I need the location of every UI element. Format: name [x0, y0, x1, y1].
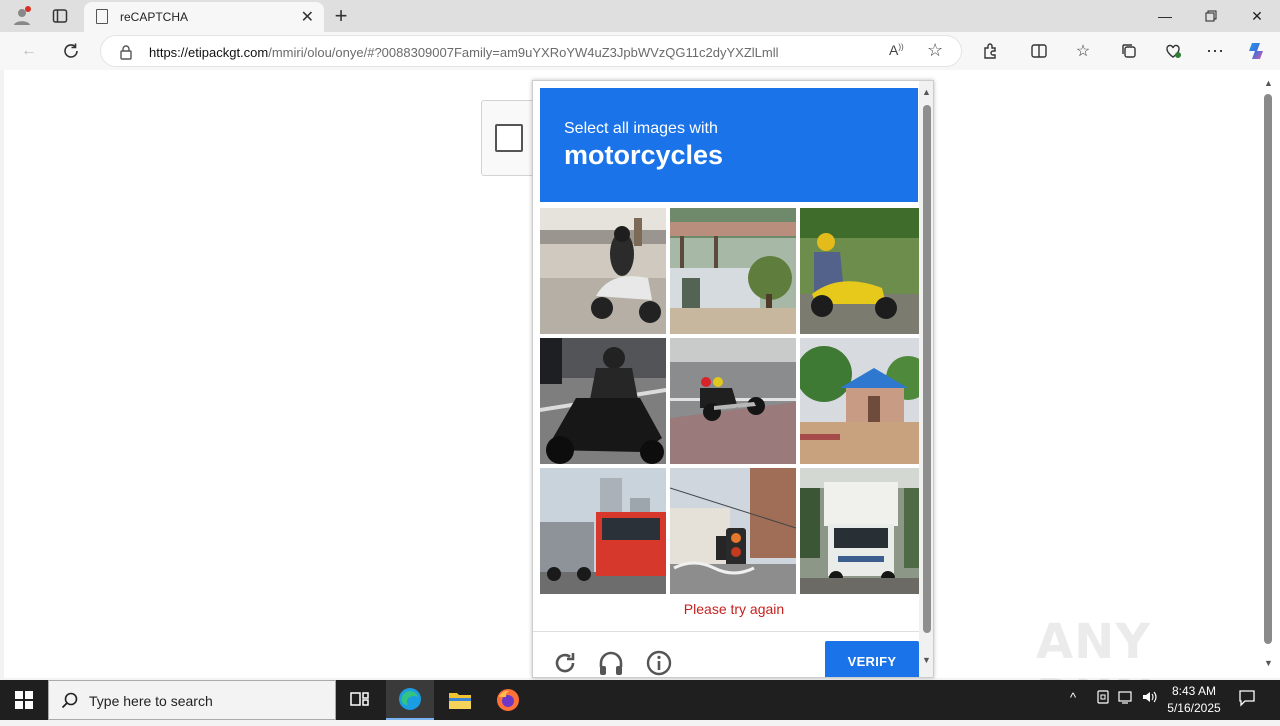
refresh-icon[interactable] [58, 38, 84, 64]
task-view-icon[interactable] [336, 680, 384, 720]
tab-recaptcha[interactable]: reCAPTCHA ✕ [84, 2, 324, 32]
verify-button[interactable]: VERIFY [825, 641, 919, 677]
address-bar[interactable]: https://etipackgt.com/mmiri/olou/onye/#?… [100, 35, 962, 67]
captcha-tile-2[interactable] [670, 208, 796, 334]
captcha-tile-8[interactable] [670, 468, 796, 594]
volume-icon[interactable] [1142, 690, 1158, 707]
more-options-icon[interactable]: ⋯ [1202, 38, 1228, 64]
lock-icon[interactable] [119, 44, 133, 65]
challenge-header: Select all images with motorcycles [540, 88, 918, 202]
read-aloud-icon[interactable]: A)) [889, 42, 904, 58]
error-message: Please try again [683, 601, 785, 617]
challenge-scrollbar-thumb[interactable] [923, 105, 931, 633]
restore-button[interactable] [1188, 0, 1234, 32]
favorite-star-icon[interactable]: ☆ [927, 40, 943, 61]
challenge-scrollbar[interactable]: ▲ ▼ [919, 81, 933, 677]
captcha-tile-6[interactable] [800, 338, 926, 464]
favorites-icon[interactable]: ☆ [1070, 38, 1096, 64]
title-bar: reCAPTCHA ✕ + — ✕ [0, 0, 1280, 32]
edge-icon[interactable] [386, 680, 434, 720]
show-hidden-icons[interactable]: ^ [1070, 690, 1076, 705]
search-placeholder: Type here to search [89, 693, 213, 709]
page-scrollbar[interactable]: ▲ ▼ [1262, 74, 1274, 674]
footer-divider [533, 631, 933, 632]
clock-date: 5/16/2025 [1167, 701, 1221, 715]
search-icon [61, 692, 79, 715]
challenge-instruction: Select all images with [564, 120, 718, 137]
split-screen-icon[interactable] [1026, 38, 1052, 64]
captcha-tile-9[interactable] [800, 468, 926, 594]
extensions-icon[interactable] [978, 38, 1004, 64]
taskbar-search[interactable]: Type here to search [48, 680, 336, 720]
captcha-tile-3[interactable] [800, 208, 926, 334]
new-tab-button[interactable]: + [328, 0, 354, 32]
taskbar: Type here to search ^ 8:43 AM 5/16/2025 [0, 680, 1280, 720]
captcha-tile-5[interactable] [670, 338, 796, 464]
close-tab-icon[interactable]: ✕ [301, 7, 314, 27]
challenge-target: motorcycles [564, 140, 724, 170]
file-explorer-icon[interactable] [436, 680, 484, 720]
network-icon[interactable] [1118, 690, 1134, 707]
device-icon[interactable] [1096, 690, 1110, 707]
captcha-tile-1[interactable] [540, 208, 666, 334]
minimize-button[interactable]: — [1142, 0, 1188, 32]
collections-icon[interactable] [1116, 38, 1142, 64]
back-icon[interactable]: ← [16, 38, 42, 64]
captcha-tile-4[interactable] [540, 338, 666, 464]
close-window-button[interactable]: ✕ [1234, 0, 1280, 32]
recaptcha-checkbox[interactable] [495, 124, 523, 152]
reload-icon[interactable] [551, 649, 579, 677]
url-path: /mmiri/olou/onye/#?0088309007Family=am9u… [268, 45, 779, 60]
captcha-challenge: Select all images with motorcycles Pleas… [532, 80, 934, 678]
firefox-icon[interactable] [484, 680, 532, 720]
url-domain: https://etipackgt.com [149, 45, 269, 60]
scroll-up-icon[interactable]: ▲ [922, 87, 931, 97]
tab-actions-icon[interactable] [46, 0, 74, 32]
clock-time: 8:43 AM [1171, 684, 1217, 698]
browser-essentials-icon[interactable] [1160, 38, 1186, 64]
page-icon [96, 9, 108, 24]
taskbar-clock[interactable]: 8:43 AM 5/16/2025 [1160, 683, 1228, 717]
notifications-icon[interactable] [1238, 689, 1256, 710]
tab-title: reCAPTCHA [120, 10, 189, 24]
browser-toolbar: ← https://etipackgt.com/mmiri/olou/onye/… [0, 32, 1280, 70]
scroll-up-icon[interactable]: ▲ [1264, 78, 1273, 88]
copilot-icon[interactable] [1244, 38, 1270, 64]
info-icon[interactable] [645, 649, 673, 677]
captcha-tile-7[interactable] [540, 468, 666, 594]
audio-challenge-icon[interactable] [597, 649, 625, 677]
scrollbar-thumb[interactable] [1264, 94, 1272, 644]
scroll-down-icon[interactable]: ▼ [922, 655, 931, 665]
windows-start-icon[interactable] [0, 680, 48, 720]
profile-icon[interactable] [8, 0, 36, 32]
url-text[interactable]: https://etipackgt.com/mmiri/olou/onye/#?… [149, 45, 778, 60]
